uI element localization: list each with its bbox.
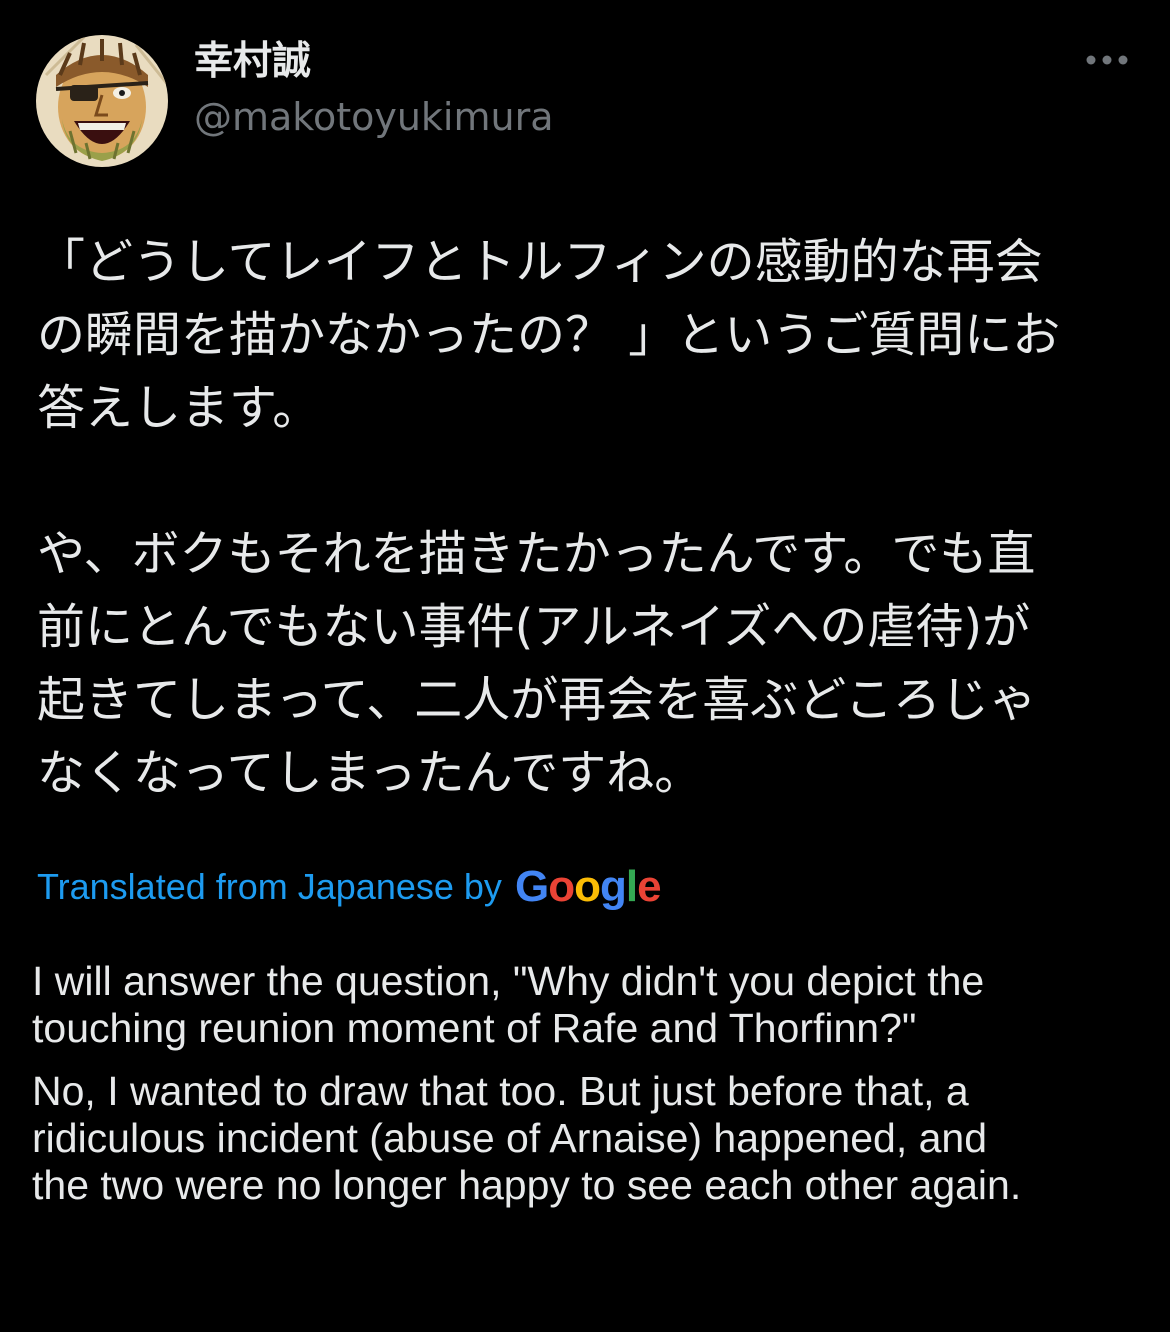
- translation-paragraph-1: I will answer the question, "Why didn't …: [32, 958, 1142, 1052]
- google-logo-letter: o: [548, 862, 575, 911]
- translation-line: I will answer the question, "Why didn't …: [32, 958, 985, 1004]
- tweet-line: や、ボクもそれを描きたかったんです。でも直: [37, 526, 1036, 582]
- author-handle[interactable]: @makotoyukimura: [194, 94, 554, 140]
- author-display-name[interactable]: 幸村誠: [194, 38, 311, 86]
- google-logo-letter: g: [600, 862, 627, 911]
- tweet-text: 「どうしてレイフとトルフィンの感動的な再会 の瞬間を描かなかったの？ 」というご…: [37, 226, 1127, 810]
- translated-text: I will answer the question, "Why didn't …: [32, 958, 1142, 1225]
- more-options-button[interactable]: [1080, 40, 1134, 80]
- tweet-line: 「どうしてレイフとトルフィンの感動的な再会: [37, 234, 1043, 290]
- translation-attribution-link[interactable]: Translated from Japanese by Google: [37, 860, 662, 914]
- translation-label: Translated from Japanese by: [37, 866, 502, 907]
- google-logo-letter: l: [625, 862, 638, 911]
- tweet-line: の瞬間を描かなかったの？ 」というご質問にお: [37, 307, 1061, 363]
- translation-line: the two were no longer happy to see each…: [32, 1162, 1022, 1208]
- tweet-card: 幸村誠 @makotoyukimura 「どうしてレイフとトルフィンの感動的な再…: [0, 0, 1170, 1332]
- google-logo-letter: o: [574, 862, 601, 911]
- google-logo: Google: [515, 862, 662, 911]
- translation-line: touching reunion moment of Rafe and Thor…: [32, 1005, 917, 1051]
- tweet-paragraph-1: 「どうしてレイフとトルフィンの感動的な再会 の瞬間を描かなかったの？ 」というご…: [37, 226, 1127, 445]
- translation-line: ridiculous incident (abuse of Arnaise) h…: [32, 1115, 988, 1161]
- translation-line: No, I wanted to draw that too. But just …: [32, 1068, 969, 1114]
- more-horizontal-icon: [1086, 55, 1128, 65]
- author-avatar[interactable]: [36, 35, 168, 167]
- google-logo-letter: e: [637, 862, 662, 911]
- translation-paragraph-2: No, I wanted to draw that too. But just …: [32, 1068, 1142, 1209]
- tweet-line: なくなってしまったんですね。: [37, 745, 703, 801]
- tweet-paragraph-2: や、ボクもそれを描きたかったんです。でも直 前にとんでもない事件(アルネイズへの…: [37, 518, 1127, 810]
- tweet-line: 答えします。: [37, 380, 321, 436]
- avatar-image: [36, 35, 168, 167]
- tweet-line: 前にとんでもない事件(アルネイズへの虐待)が: [37, 599, 1031, 655]
- tweet-line: 起きてしまって、二人が再会を喜ぶどころじゃ: [37, 672, 1037, 728]
- google-logo-letter: G: [515, 862, 549, 911]
